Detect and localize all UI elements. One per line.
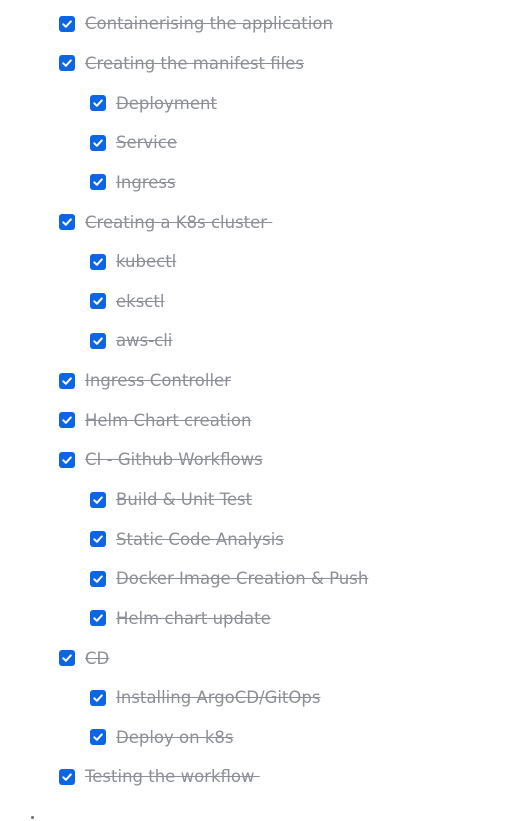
task-checkbox[interactable] <box>59 650 75 667</box>
task-item: Ingress <box>0 163 508 203</box>
task-item: Testing the workflow <box>0 757 508 797</box>
checkmark-icon <box>93 535 103 543</box>
task-item: kubectl <box>0 242 508 282</box>
task-item: Service <box>0 123 508 163</box>
task-label: CI - Github Workflows <box>85 450 263 470</box>
checkmark-icon <box>62 773 72 781</box>
task-label: Installing ArgoCD/GitOps <box>116 688 321 708</box>
task-label: Static Code Analysis <box>116 529 284 549</box>
task-item: Deploy on k8s <box>0 718 508 758</box>
task-label: CD <box>85 648 110 668</box>
checkmark-icon <box>62 218 72 226</box>
task-checkbox[interactable] <box>90 174 106 191</box>
task-label: Ingress Controller <box>85 371 231 391</box>
checkmark-icon <box>62 416 72 425</box>
task-label: Build & Unit Test <box>116 490 253 509</box>
task-checkbox[interactable] <box>59 372 75 389</box>
task-checkbox[interactable] <box>59 214 75 231</box>
task-checkbox[interactable] <box>90 253 106 270</box>
task-checkbox[interactable] <box>59 15 75 32</box>
task-label: Deploy on k8s <box>116 727 234 747</box>
task-checkbox[interactable] <box>90 293 106 310</box>
task-label: Docker Image Creation & Push <box>116 569 369 589</box>
task-checkbox[interactable] <box>90 134 106 151</box>
task-label: eksctl <box>116 291 165 311</box>
list-bullet <box>31 816 34 819</box>
task-item: Creating a K8s cluster <box>0 202 508 242</box>
task-item: aws-cli <box>0 321 508 361</box>
task-label: Testing the workflow <box>85 767 260 787</box>
checkmark-icon <box>93 337 103 345</box>
task-checkbox[interactable] <box>90 689 106 706</box>
task-item: eksctl <box>0 281 508 321</box>
task-item: Creating the manifest files <box>0 44 508 84</box>
task-item: Build & Unit Test <box>0 480 508 520</box>
task-checkbox[interactable] <box>59 412 75 429</box>
task-label: aws-cli <box>116 331 173 351</box>
task-label: Service <box>116 133 177 153</box>
checkmark-icon <box>93 694 103 702</box>
task-item: Containerising the application <box>0 4 508 44</box>
checkmark-icon <box>93 575 103 583</box>
task-item: Helm Chart creation <box>0 400 508 440</box>
checkmark-icon <box>62 654 72 662</box>
task-item: Static Code Analysis <box>0 519 508 559</box>
task-label: kubectl <box>116 252 177 272</box>
task-checkbox[interactable] <box>59 768 75 785</box>
checkmark-icon <box>93 139 103 147</box>
task-checkbox[interactable] <box>90 491 106 508</box>
checkmark-icon <box>62 376 72 385</box>
task-label: Deployment <box>116 93 217 113</box>
checkmark-icon <box>62 456 72 464</box>
checkmark-icon <box>93 99 103 107</box>
task-list: Containerising the application Creating … <box>0 4 508 797</box>
checkmark-icon <box>62 59 72 68</box>
task-checkbox[interactable] <box>90 332 106 349</box>
task-label: Creating the manifest files <box>85 53 304 73</box>
checkmark-icon <box>93 733 103 742</box>
checkmark-icon <box>93 495 103 504</box>
task-item: Ingress Controller <box>0 361 508 401</box>
task-label: Helm Chart creation <box>85 410 252 430</box>
task-label: Containerising the application <box>85 14 333 34</box>
task-checkbox[interactable] <box>90 610 106 627</box>
task-label: Creating a K8s cluster <box>85 212 273 232</box>
task-item: CD <box>0 638 508 678</box>
task-item: Installing ArgoCD/GitOps <box>0 678 508 718</box>
checkmark-icon <box>93 297 103 306</box>
task-label: Helm chart update <box>116 608 271 628</box>
checkmark-icon <box>93 258 103 266</box>
task-item: Deployment <box>0 83 508 123</box>
checkmark-icon <box>93 614 103 623</box>
task-label: Ingress <box>116 172 176 192</box>
checkmark-icon <box>62 20 72 28</box>
task-checkbox[interactable] <box>90 531 106 548</box>
task-checkbox[interactable] <box>90 95 106 112</box>
task-item: Docker Image Creation & Push <box>0 559 508 599</box>
task-checkbox[interactable] <box>90 570 106 587</box>
task-item: Helm chart update <box>0 599 508 639</box>
checkmark-icon <box>93 178 103 187</box>
task-checkbox[interactable] <box>90 729 106 746</box>
task-checkbox[interactable] <box>59 451 75 468</box>
task-item: CI - Github Workflows <box>0 440 508 480</box>
task-checkbox[interactable] <box>59 55 75 72</box>
